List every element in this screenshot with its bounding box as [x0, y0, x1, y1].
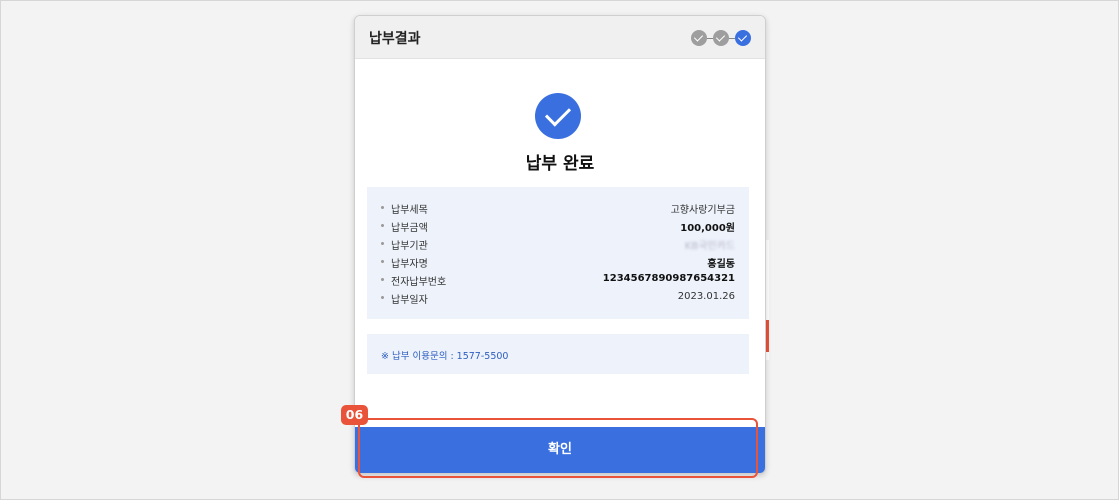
info-row-amount: 납부금액 100,000원	[367, 217, 749, 235]
info-value: 홍길동	[707, 259, 735, 270]
info-value: 100,000원	[680, 223, 735, 234]
info-row-payment-number: 전자납부번호 1234567890987654321	[367, 271, 749, 289]
info-row-payer: 납부자명 홍길동	[367, 253, 749, 271]
bullet-icon	[381, 296, 384, 299]
success-check-icon	[535, 93, 581, 139]
step-2-check-icon	[713, 30, 729, 46]
info-label: 납부자명	[391, 259, 428, 270]
step-1-check-icon	[691, 30, 707, 46]
notice-box: ※ 납부 이용문의 : 1577-5500	[367, 334, 749, 374]
bullet-icon	[381, 260, 384, 263]
modal-header: 납부결과	[355, 16, 765, 59]
info-row-payment-date: 납부일자 2023.01.26	[367, 289, 749, 307]
bullet-icon	[381, 242, 384, 245]
info-value-blurred: KB국민카드	[684, 241, 735, 252]
info-label: 납부일자	[391, 295, 428, 306]
step-3-check-icon	[735, 30, 751, 46]
info-label: 납부세목	[391, 205, 428, 216]
bullet-icon	[381, 278, 384, 281]
step-highlight-frame	[358, 418, 758, 478]
info-value: 2023.01.26	[677, 291, 735, 302]
success-title: 납부 완료	[525, 154, 595, 174]
step-badge: 06	[341, 405, 368, 425]
info-row-institution: 납부기관 KB국민카드	[367, 235, 749, 253]
payment-result-modal: 납부결과 납부 완료 납부세목 고향사랑기부금 납부금액 100,000원 납부…	[354, 15, 766, 474]
modal-title: 납부결과	[369, 31, 421, 47]
info-label: 납부기관	[391, 241, 428, 252]
info-value: 고향사랑기부금	[670, 205, 735, 216]
bullet-icon	[381, 224, 384, 227]
info-row-tax-item: 납부세목 고향사랑기부금	[367, 199, 749, 217]
bullet-icon	[381, 206, 384, 209]
info-label: 전자납부번호	[391, 277, 447, 288]
info-value: 1234567890987654321	[602, 273, 735, 284]
payment-info-box: 납부세목 고향사랑기부금 납부금액 100,000원 납부기관 KB국민카드 납…	[367, 187, 749, 319]
notice-text: ※ 납부 이용문의 : 1577-5500	[381, 351, 509, 362]
info-label: 납부금액	[391, 223, 428, 234]
step-indicator	[691, 30, 751, 46]
